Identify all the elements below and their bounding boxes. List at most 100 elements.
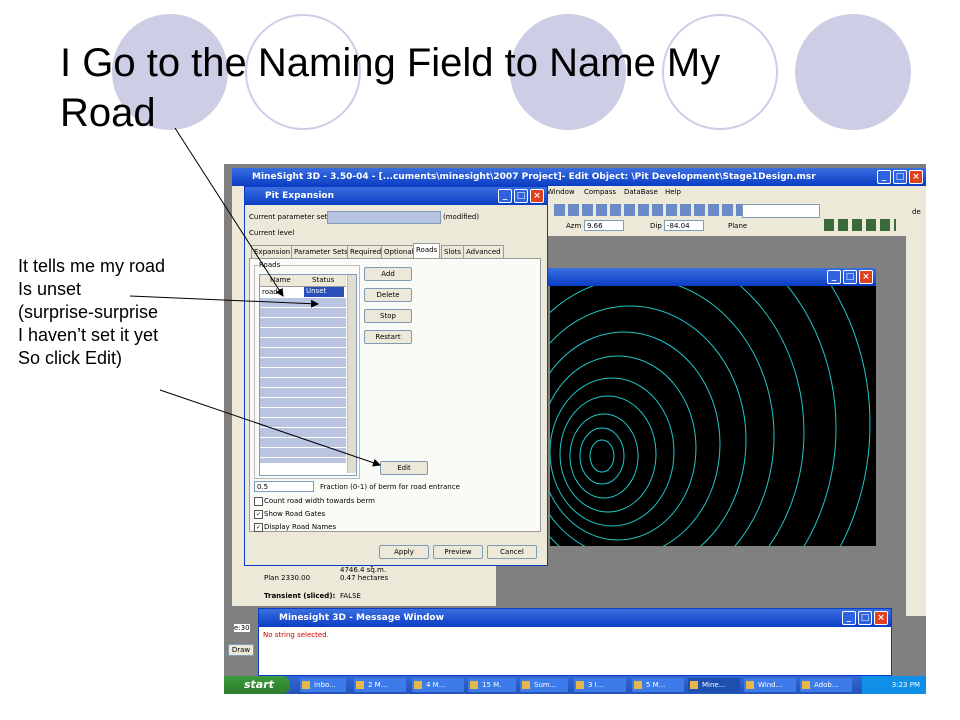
empty-rows [260,298,346,463]
dip-value: -84.04 [667,222,690,230]
minimize-icon[interactable]: _ [877,170,891,184]
viewer-titlebar[interactable]: _ □ × [496,268,876,286]
close-icon[interactable]: × [909,170,923,184]
add-label: Add [381,270,395,278]
delete-button[interactable]: Delete [364,288,412,302]
callout-line-4: I haven’t set it yet [18,325,159,345]
plane-label: Plane [728,222,748,230]
callout-text: It tells me my road Is unset (surprise-s… [18,255,228,370]
taskbar: start Inbo... 2 M... 4 M... 15 M. Sum...… [224,676,926,694]
show-road-gates-checkbox[interactable]: ✓ [254,510,263,519]
toolbar-icons-2[interactable] [824,219,896,231]
tab-required[interactable]: Required [347,245,385,258]
dialog-titlebar[interactable]: Pit Expansion _ □ × [245,187,547,205]
cancel-button[interactable]: Cancel [487,545,537,559]
preview-button[interactable]: Preview [433,545,483,559]
menu-compass[interactable]: Compass [584,188,616,196]
fraction-input[interactable]: 0.5 [254,481,314,492]
task-windows[interactable]: Wind... [744,678,796,692]
task-icon [634,681,642,689]
task-icon [470,681,478,689]
viewer-grey-area [496,550,876,608]
modified-label: (modified) [443,213,480,221]
dialog-close-icon[interactable]: × [530,189,544,203]
dialog-title: Pit Expansion [265,191,335,201]
main-window-title: MineSight 3D - 3.50-04 - [...cuments\min… [252,172,816,182]
system-tray: 3:23 PM [862,676,926,694]
dialog-minimize-icon[interactable]: _ [498,189,512,203]
toolbar-icons[interactable] [554,204,742,216]
dialog-maximize-icon[interactable]: □ [514,189,528,203]
tab-expansion[interactable]: Expansion [251,245,294,258]
add-button[interactable]: Add [364,267,412,281]
task-label: 2 M... [368,681,388,689]
toolbar-combo[interactable] [742,204,820,218]
azm-value: 9.66 [587,222,603,230]
roads-group-label: Roads [259,261,281,269]
message-maximize-icon[interactable]: □ [858,611,872,625]
restart-button[interactable]: Restart [364,330,412,344]
contour-map [550,286,871,546]
task-4m[interactable]: 4 M... [412,678,464,692]
display-road-names-checkbox[interactable]: ✓ [254,523,263,532]
pit-expansion-dialog: Pit Expansion _ □ × Current parameter se… [244,186,548,566]
menu-help[interactable]: Help [665,188,681,196]
maximize-icon[interactable]: □ [893,170,907,184]
tab-optional[interactable]: Optional [381,245,417,258]
edit-button[interactable]: Edit [380,461,428,475]
task-adobe[interactable]: Adob... [800,678,852,692]
task-label: Inbo... [314,681,336,689]
task-2m[interactable]: 2 M... [354,678,406,692]
task-label: Wind... [758,681,783,689]
viewer-canvas[interactable] [550,286,876,546]
stop-button[interactable]: Stop [364,309,412,323]
count-road-width-checkbox[interactable] [254,497,263,506]
task-label: 5 M... [646,681,666,689]
draw-button[interactable]: Draw [228,644,254,656]
tab-roads[interactable]: Roads [413,243,441,258]
edit-label: Edit [397,464,411,472]
menu-database[interactable]: DataBase [624,188,658,196]
dip-input[interactable]: -84.04 [664,220,704,231]
tab-parameter-sets[interactable]: Parameter Sets [291,245,351,258]
task-label: Adob... [814,681,839,689]
area-value: 4746.4 sq.m. [340,566,387,574]
display-road-names-label: Display Road Names [264,523,337,531]
task-icon [802,681,810,689]
screenshot: MineSight 3D - 3.50-04 - [...cuments\min… [224,164,926,694]
param-set-field[interactable] [327,211,441,224]
main-window-titlebar[interactable]: MineSight 3D - 3.50-04 - [...cuments\min… [232,168,926,186]
task-icon [746,681,754,689]
plan-value: Plan 2330.00 [264,574,311,582]
task-3i[interactable]: 3 I... [574,678,626,692]
task-label: 3 I... [588,681,604,689]
task-5m[interactable]: 5 M... [632,678,684,692]
azm-input[interactable]: 9.66 [584,220,624,231]
table-scrollbar[interactable] [347,275,356,473]
col-status-header: Status [312,276,335,284]
road-status-cell[interactable]: Unset [304,287,344,297]
task-inbox[interactable]: Inbo... [300,678,346,692]
viewer-close-icon[interactable]: × [859,270,873,284]
contour-4 [559,395,657,513]
viewer-maximize-icon[interactable]: □ [843,270,857,284]
task-15m[interactable]: 15 M. [468,678,516,692]
message-close-icon[interactable]: × [874,611,888,625]
message-window-titlebar[interactable]: Minesight 3D - Message Window _ □ × [259,609,891,627]
menu-window[interactable]: Window [547,188,575,196]
viewer-minimize-icon[interactable]: _ [827,270,841,284]
tab-slots[interactable]: Slots [441,245,465,258]
apply-button[interactable]: Apply [379,545,429,559]
task-sum[interactable]: Sum... [520,678,568,692]
message-window: Minesight 3D - Message Window _ □ × No s… [258,608,892,676]
message-minimize-icon[interactable]: _ [842,611,856,625]
contour-1 [589,439,615,473]
callout-line-2: Is unset [18,279,82,299]
table-row[interactable]: road1 Unset [260,287,346,297]
tab-advanced[interactable]: Advanced [463,245,504,258]
right-label: de [912,208,921,216]
start-button[interactable]: start [224,676,290,694]
fraction-label: Fraction (0-1) of berm for road entrance [320,483,460,491]
callout-line-5: So click Edit) [18,348,123,368]
task-minesight[interactable]: Mine... [688,678,740,692]
